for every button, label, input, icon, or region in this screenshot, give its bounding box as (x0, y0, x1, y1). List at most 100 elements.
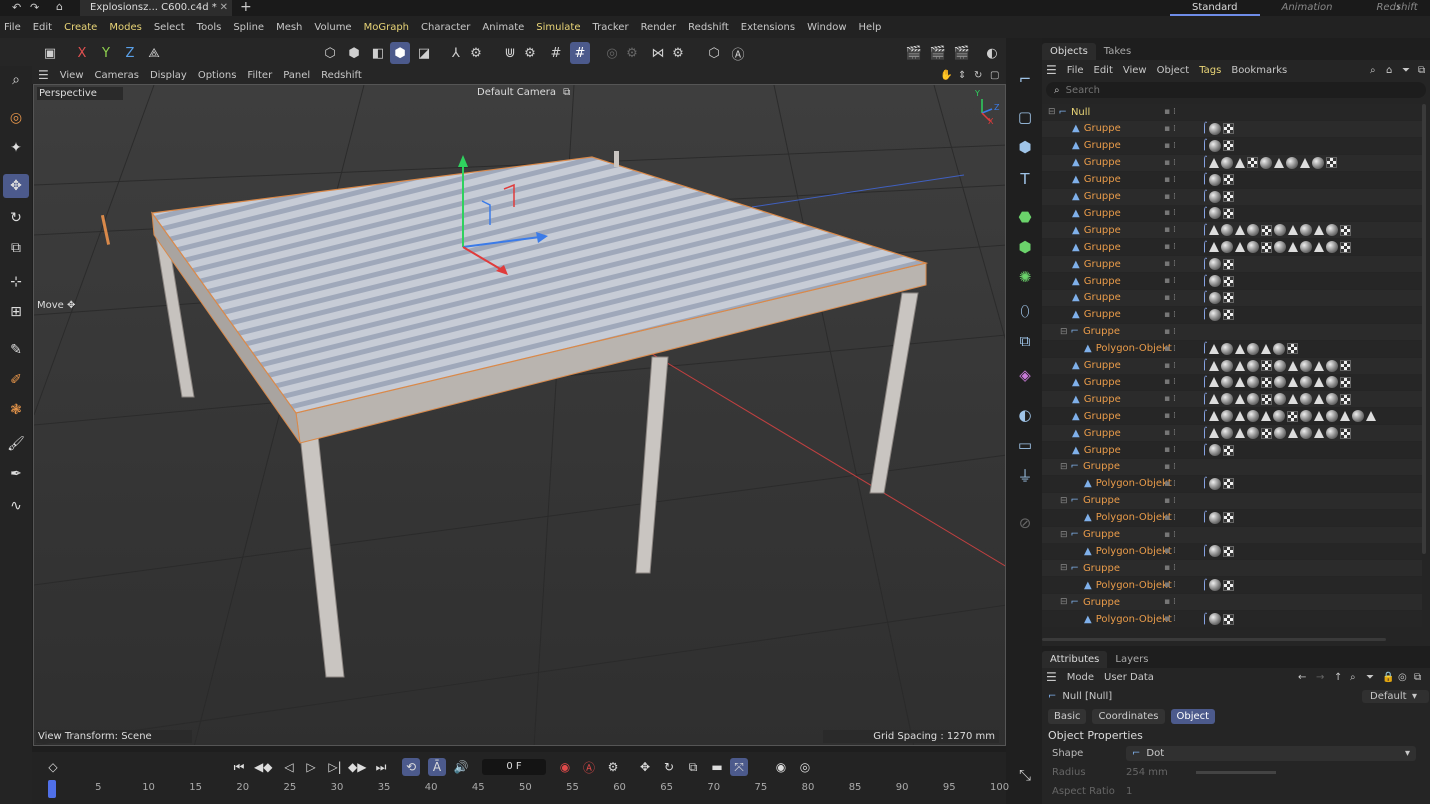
tree-row-object[interactable]: ▲ Polygon-Objekt ▪ ⁞ ⌠ (1042, 509, 1422, 526)
material-tag-icon[interactable] (1221, 241, 1234, 254)
visibility-dots[interactable]: ▪ ⁞ (1164, 445, 1176, 455)
selection-tag-icon[interactable] (1314, 242, 1325, 253)
live-selection-icon[interactable]: ◎ (3, 106, 29, 130)
menu-file[interactable]: File (4, 22, 21, 33)
record-icon[interactable]: ◉ (556, 758, 574, 776)
attributes-hamburger-icon[interactable]: ☰ (1046, 670, 1057, 684)
tree-row-object[interactable]: ▲ Polygon-Objekt ▪ ⁞ ⌠ (1042, 543, 1422, 560)
material-tag-icon[interactable] (1221, 359, 1234, 372)
tree-row-object[interactable]: ▲ Gruppe ▪ ⁞ ⌠ (1042, 306, 1422, 323)
material-tag-icon[interactable] (1247, 224, 1260, 237)
phong-tag-icon[interactable]: ⌠ (1202, 225, 1207, 236)
grid-snap-icon[interactable]: # (546, 42, 566, 64)
selection-tag-icon[interactable] (1235, 360, 1246, 371)
texture-tag-icon[interactable] (1340, 393, 1352, 405)
coordinate-system-icon[interactable]: ⟁ (144, 42, 164, 64)
material-tag-icon[interactable] (1209, 275, 1222, 287)
material-tag-icon[interactable] (1286, 156, 1299, 169)
visibility-dots[interactable]: ▪ ⁞ (1164, 377, 1176, 387)
viewport-menu-redshift[interactable]: Redshift (321, 70, 362, 81)
undo-icon[interactable]: ↶ (12, 1, 21, 14)
tree-row-object[interactable]: ▲ Gruppe ▪ ⁞ ⌠ (1042, 239, 1422, 256)
environment-icon[interactable]: ◐ (1014, 404, 1036, 426)
visibility-dots[interactable]: ▪ ⁞ (1164, 158, 1176, 168)
material-tag-icon[interactable] (1247, 376, 1260, 389)
transform-tool-icon[interactable]: ⊹ (3, 270, 29, 294)
phong-tag-icon[interactable]: ⌠ (1202, 377, 1207, 388)
selection-tag-icon[interactable] (1366, 411, 1377, 422)
phong-tag-icon[interactable]: ⌠ (1202, 292, 1207, 303)
camera-icon[interactable]: ▭ (1014, 434, 1036, 456)
layout-standard[interactable]: Standard (1170, 0, 1260, 16)
material-tag-icon[interactable] (1247, 342, 1260, 355)
objects-new-window-icon[interactable]: ⧉ (1418, 65, 1425, 76)
selection-tag-icon[interactable] (1209, 394, 1220, 405)
material-tag-icon[interactable] (1326, 241, 1339, 254)
phong-tag-icon[interactable]: ⌠ (1202, 394, 1207, 405)
viewport-menu-filter[interactable]: Filter (247, 70, 272, 81)
points-mode-icon[interactable]: ⬢ (344, 42, 364, 64)
selection-tag-icon[interactable] (1314, 360, 1325, 371)
material-tag-icon[interactable] (1260, 156, 1273, 169)
phong-tag-icon[interactable]: ⌠ (1202, 309, 1207, 320)
material-tag-icon[interactable] (1221, 342, 1234, 355)
tree-row-null[interactable]: ⊟ ⌐ Gruppe ▪ ⁞ (1042, 492, 1422, 509)
symmetry-icon[interactable]: ⋈ (648, 42, 668, 64)
texture-tag-icon[interactable] (1340, 376, 1352, 388)
phong-tag-icon[interactable]: ⌠ (1202, 123, 1207, 134)
render-settings-icon[interactable]: 🎬 (952, 42, 972, 64)
tree-row-object[interactable]: ▲ Gruppe ▪ ⁞ ⌠ (1042, 391, 1422, 408)
knife-tool-icon[interactable]: ∿ (3, 494, 29, 518)
attributes-menu-userdata[interactable]: User Data (1104, 672, 1154, 683)
tree-row-null[interactable]: ⊟ ⌐ Gruppe ▪ ⁞ (1042, 458, 1422, 475)
viewport-menu-display[interactable]: Display (150, 70, 187, 81)
selection-tag-icon[interactable] (1209, 360, 1220, 371)
phong-tag-icon[interactable]: ⌠ (1202, 445, 1207, 456)
texture-tag-icon[interactable] (1223, 140, 1235, 152)
key-scale-icon[interactable]: ⧉ (684, 758, 702, 776)
radius-field[interactable]: 254 mm (1126, 767, 1196, 778)
texture-tag-icon[interactable] (1287, 410, 1299, 422)
tree-scrollbar[interactable] (1422, 104, 1426, 554)
tree-row-object[interactable]: ▲ Gruppe ▪ ⁞ ⌠ (1042, 154, 1422, 171)
viewport-dolly-icon[interactable]: ⇕ (958, 70, 966, 81)
next-frame-icon[interactable]: ▷| (326, 758, 344, 776)
attributes-new-window-icon[interactable]: ⧉ (1414, 672, 1421, 683)
tree-row-object[interactable]: ▲ Polygon-Objekt ▪ ⁞ ⌠ (1042, 340, 1422, 357)
play-icon[interactable]: ▷ (302, 758, 320, 776)
selection-tag-icon[interactable] (1288, 428, 1299, 439)
menu-mesh[interactable]: Mesh (276, 22, 302, 33)
menu-edit[interactable]: Edit (33, 22, 52, 33)
selection-tag-icon[interactable] (1235, 242, 1246, 253)
tree-row-object[interactable]: ▲ Gruppe ▪ ⁞ ⌠ (1042, 425, 1422, 442)
expand-toggle-icon[interactable]: ⊟ (1060, 327, 1068, 337)
material-tag-icon[interactable] (1209, 258, 1222, 271)
texture-tag-icon[interactable] (1223, 579, 1235, 591)
workplane-settings-icon[interactable]: ⚙ (622, 42, 642, 64)
material-tag-icon[interactable] (1352, 410, 1365, 423)
material-tag-icon[interactable] (1326, 376, 1339, 389)
material-tag-icon[interactable] (1326, 410, 1339, 423)
visibility-dots[interactable]: ▪ ⁞ (1164, 530, 1176, 540)
material-tag-icon[interactable] (1221, 224, 1234, 237)
prev-frame-icon[interactable]: ◁ (280, 758, 298, 776)
material-tag-icon[interactable] (1273, 342, 1286, 355)
tree-row-object[interactable]: ▲ Gruppe ▪ ⁞ ⌠ (1042, 374, 1422, 391)
texture-tag-icon[interactable] (1340, 241, 1352, 253)
search-icon[interactable]: ⌕ (3, 68, 29, 92)
new-tab-icon[interactable]: + (240, 0, 252, 15)
menu-redshift[interactable]: Redshift (688, 22, 729, 33)
camera-link-icon[interactable]: ⧉ (563, 87, 570, 98)
visibility-dots[interactable]: ▪ ⁞ (1164, 411, 1176, 421)
texture-tag-icon[interactable] (1261, 224, 1273, 236)
menu-help[interactable]: Help (859, 22, 882, 33)
texture-tag-icon[interactable] (1261, 360, 1273, 371)
material-tag-icon[interactable] (1209, 613, 1222, 625)
texture-tag-icon[interactable] (1223, 292, 1235, 304)
selection-tag-icon[interactable] (1235, 343, 1246, 354)
next-key-icon[interactable]: ◆▶ (348, 758, 366, 776)
object-tab-button[interactable]: Object (1170, 708, 1216, 724)
material-tag-icon[interactable] (1209, 579, 1222, 592)
tree-row-null[interactable]: ⊟ ⌐ Gruppe ▪ ⁞ (1042, 594, 1422, 611)
motion-system-icon[interactable]: ◉ (772, 758, 790, 776)
